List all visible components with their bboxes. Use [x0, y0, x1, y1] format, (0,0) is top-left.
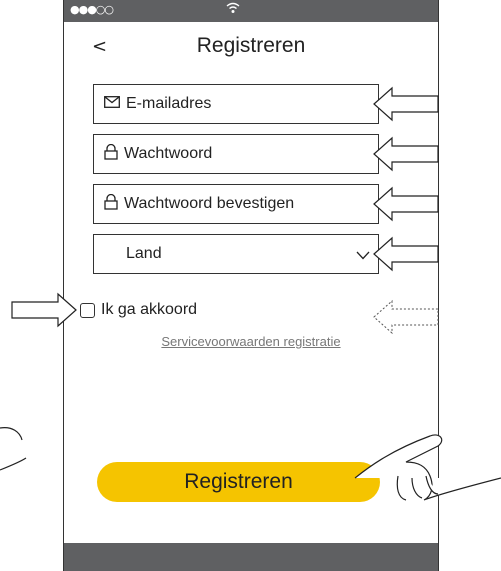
arrow-icon — [373, 236, 439, 272]
arrow-icon — [373, 186, 439, 222]
hand-icon — [354, 434, 501, 501]
arrow-icon — [11, 292, 77, 328]
arrow-icon — [373, 136, 439, 172]
instruction-overlay — [0, 86, 501, 501]
arrow-icon — [373, 86, 439, 122]
arrow-icon — [373, 299, 439, 335]
hand-icon — [0, 427, 27, 471]
